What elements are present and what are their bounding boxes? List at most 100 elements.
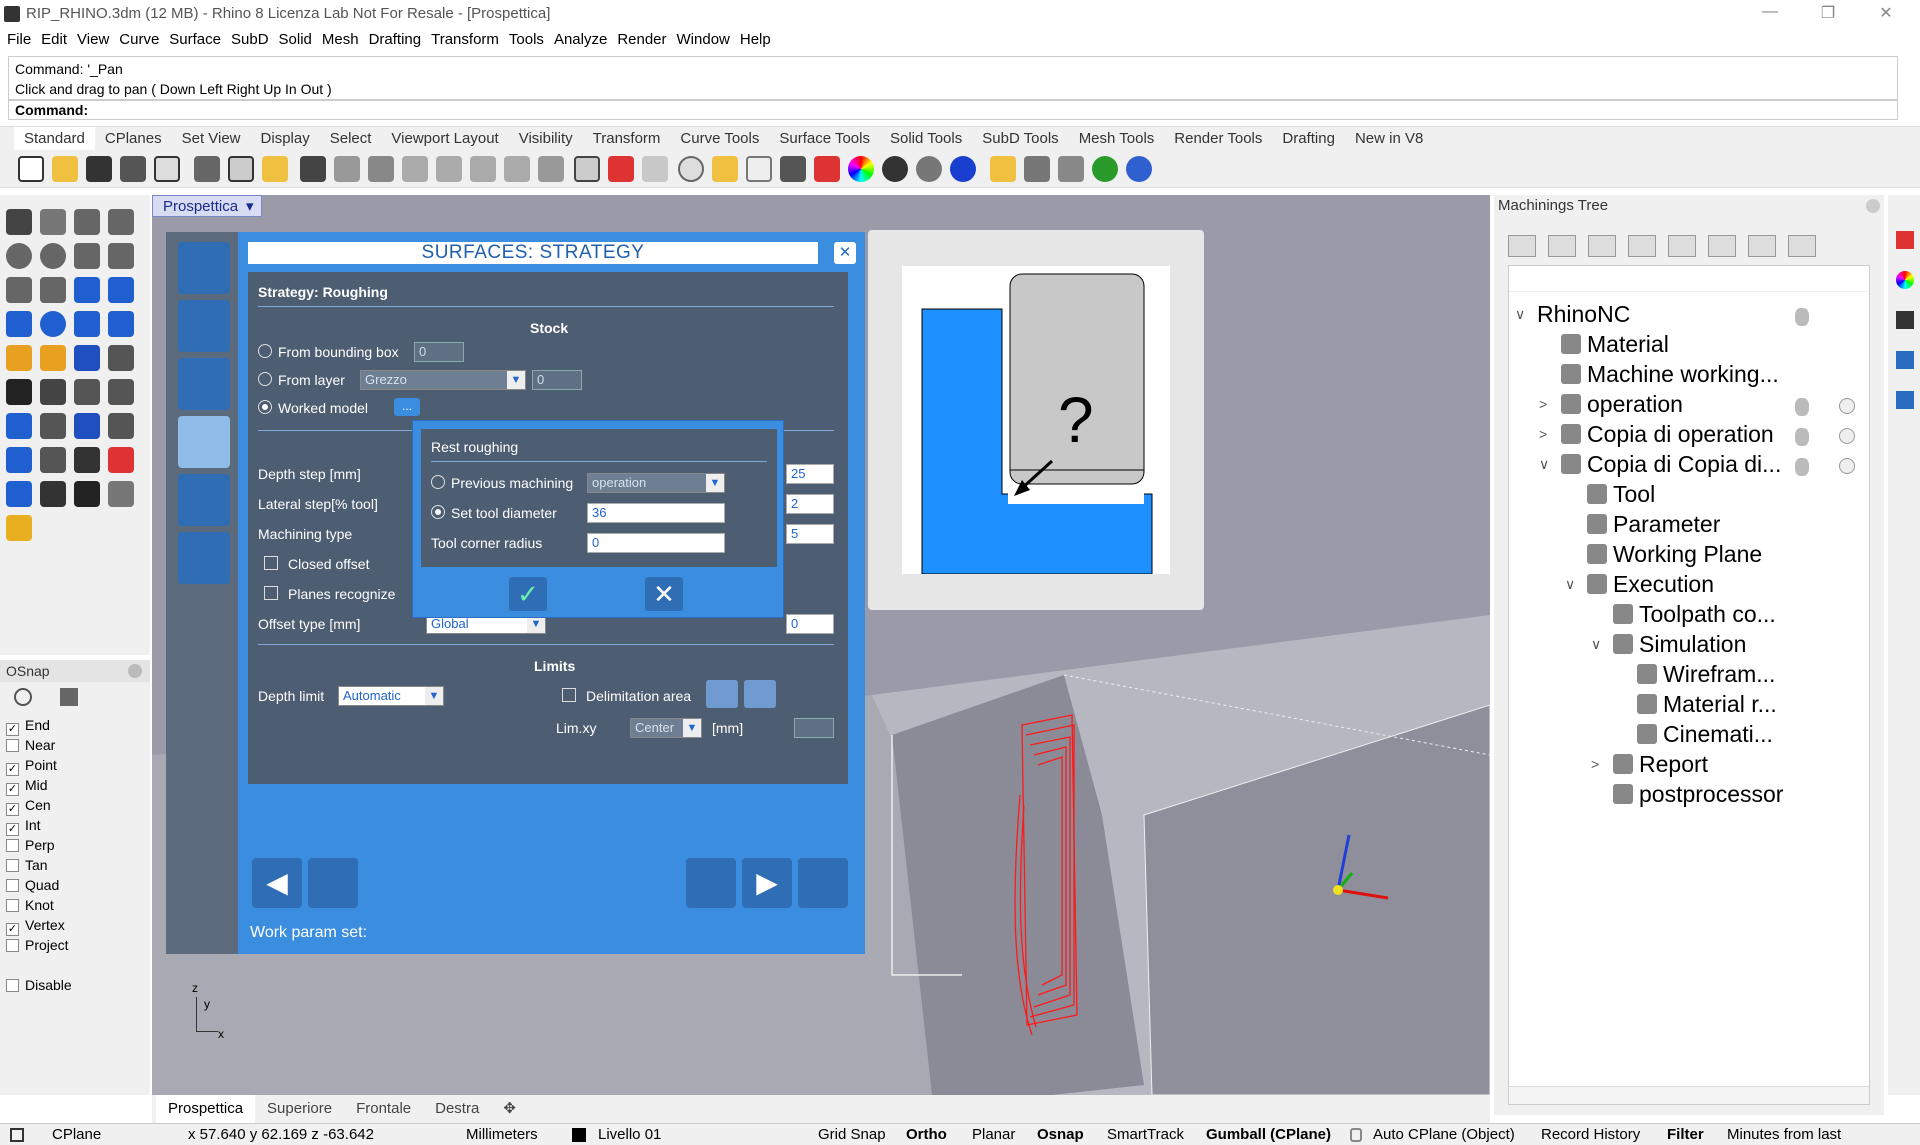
osnap-cen[interactable]: ✓ Cen — [6, 796, 51, 816]
status-units[interactable]: Millimeters — [466, 1124, 538, 1145]
tree-node-working-plane[interactable]: Working Plane — [1587, 540, 1762, 568]
check-icon[interactable] — [74, 481, 100, 507]
chevron-down-icon[interactable]: ▼ — [706, 474, 724, 492]
pan-hand-icon[interactable] — [334, 156, 360, 182]
ellipse-icon[interactable] — [40, 243, 66, 269]
tree-node-machine-working[interactable]: Machine working... — [1561, 360, 1779, 388]
circle-icon[interactable] — [6, 243, 32, 269]
cut-icon[interactable] — [194, 156, 220, 182]
box-icon[interactable] — [6, 311, 32, 337]
color-wheel-icon[interactable] — [848, 156, 874, 182]
osnap-filter-icon[interactable] — [60, 688, 78, 706]
settings-gear-button[interactable] — [308, 858, 358, 908]
offset-value-field[interactable]: 0 — [786, 614, 834, 634]
surface-icon[interactable] — [74, 277, 100, 303]
dimension-tool-icon[interactable] — [40, 447, 66, 473]
tab-solid-tools[interactable]: Solid Tools — [880, 127, 972, 151]
osnap-target-icon[interactable] — [14, 688, 32, 706]
boolean-icon[interactable] — [6, 345, 32, 371]
menu-transform[interactable]: Transform — [426, 28, 504, 52]
osnap-settings-icon[interactable] — [128, 664, 142, 678]
previous-machining-radio[interactable] — [431, 475, 445, 489]
menu-file[interactable]: File — [2, 28, 36, 52]
curve-select-icon[interactable] — [744, 680, 776, 708]
rhinonc-panel-icon[interactable] — [1896, 391, 1914, 409]
light-bulb-icon[interactable] — [1795, 428, 1809, 446]
panel-settings-icon[interactable] — [1866, 199, 1880, 213]
polygon-icon[interactable] — [74, 243, 100, 269]
tree-node-copia-copia[interactable]: ∨ Copia di Copia di... — [1539, 450, 1781, 478]
status-filter[interactable]: Filter — [1667, 1124, 1704, 1145]
arc-icon[interactable] — [6, 277, 32, 303]
grid-icon[interactable] — [642, 156, 668, 182]
status-auto-cplane[interactable]: Auto CPlane (Object) — [1373, 1124, 1515, 1145]
paint-icon[interactable] — [6, 515, 32, 541]
rendered-sphere-icon[interactable] — [916, 156, 942, 182]
tab-subd-tools[interactable]: SubD Tools — [972, 127, 1068, 151]
axes-icon[interactable] — [178, 242, 230, 294]
tree-node-wireframe[interactable]: Wirefram... — [1637, 660, 1775, 688]
lateral-step-field[interactable]: 2 — [786, 494, 834, 514]
subd-icon[interactable] — [40, 481, 66, 507]
select-area-icon[interactable] — [706, 680, 738, 708]
tree-node-material-removal[interactable]: Material r... — [1637, 690, 1777, 718]
tab-standard[interactable]: Standard — [14, 127, 95, 151]
tab-prospettica[interactable]: Prospettica — [156, 1095, 256, 1123]
worked-model-button[interactable]: ... — [394, 398, 420, 416]
previous-machining-select[interactable]: operation ▼ — [587, 473, 725, 493]
minimize-button[interactable]: — — [1750, 3, 1790, 25]
expand-all-icon[interactable] — [1508, 235, 1536, 257]
osnap-near[interactable]: Near — [6, 736, 55, 754]
osnap-check[interactable] — [6, 939, 19, 952]
osnap-int[interactable]: ✓ Int — [6, 816, 41, 836]
layer-icon[interactable] — [814, 156, 840, 182]
chevron-down-icon[interactable]: ▼ — [683, 719, 701, 737]
render-sphere-icon[interactable] — [950, 156, 976, 182]
from-bbox-radio[interactable] — [258, 344, 272, 358]
loft-icon[interactable] — [108, 277, 134, 303]
move-icon[interactable] — [40, 413, 66, 439]
extrude-icon[interactable] — [6, 447, 32, 473]
osnap-project[interactable]: Project — [6, 936, 69, 954]
osnap-knot[interactable]: Knot — [6, 896, 54, 914]
undo-view-icon[interactable] — [538, 156, 564, 182]
tab-curve-tools[interactable]: Curve Tools — [670, 127, 769, 151]
sphere-icon[interactable] — [40, 311, 66, 337]
tab-cplanes[interactable]: CPlanes — [95, 127, 172, 151]
tab-mesh-tools[interactable]: Mesh Tools — [1069, 127, 1165, 151]
status-circle-icon[interactable] — [1839, 428, 1855, 444]
zoom-extents-icon[interactable] — [470, 156, 496, 182]
worked-model-radio[interactable] — [258, 400, 272, 414]
horizontal-scrollbar[interactable] — [1509, 1086, 1869, 1104]
menu-analyze[interactable]: Analyze — [549, 28, 612, 52]
explode-icon[interactable] — [40, 345, 66, 371]
osnap-target-icon[interactable] — [678, 156, 704, 182]
tree-expander[interactable]: ∨ — [1515, 300, 1525, 328]
tree-expander[interactable]: > — [1539, 420, 1547, 448]
light-bulb-icon[interactable] — [1795, 458, 1809, 476]
menu-curve[interactable]: Curve — [114, 28, 164, 52]
tree-expander[interactable]: ∨ — [1591, 630, 1601, 658]
light-bulb-icon[interactable] — [1748, 235, 1776, 257]
save-params-button[interactable] — [686, 858, 736, 908]
menu-surface[interactable]: Surface — [164, 28, 226, 52]
command-input[interactable]: Command: — [8, 100, 1898, 120]
tab-set-view[interactable]: Set View — [172, 127, 251, 151]
lock-icon[interactable] — [1350, 1128, 1362, 1142]
paste-icon[interactable] — [262, 156, 288, 182]
light-bulb-icon[interactable] — [1795, 308, 1809, 326]
viewport-layout-icon[interactable] — [574, 156, 600, 182]
layer-select[interactable]: Grezzo ▼ — [360, 370, 526, 390]
tree-node-cinematic[interactable]: Cinemati... — [1637, 720, 1773, 748]
osnap-check[interactable] — [6, 979, 19, 992]
chevron-down-icon[interactable]: ▼ — [425, 687, 443, 705]
tab-transform[interactable]: Transform — [583, 127, 671, 151]
mesh-icon[interactable] — [108, 311, 134, 337]
zoom-in-icon[interactable] — [1668, 235, 1696, 257]
menu-drafting[interactable]: Drafting — [364, 28, 427, 52]
rename-icon[interactable] — [1588, 235, 1616, 257]
tab-surface-tools[interactable]: Surface Tools — [769, 127, 880, 151]
menu-solid[interactable]: Solid — [274, 28, 317, 52]
dialog-close-button[interactable]: ✕ — [834, 242, 856, 264]
group-icon[interactable] — [6, 379, 32, 405]
